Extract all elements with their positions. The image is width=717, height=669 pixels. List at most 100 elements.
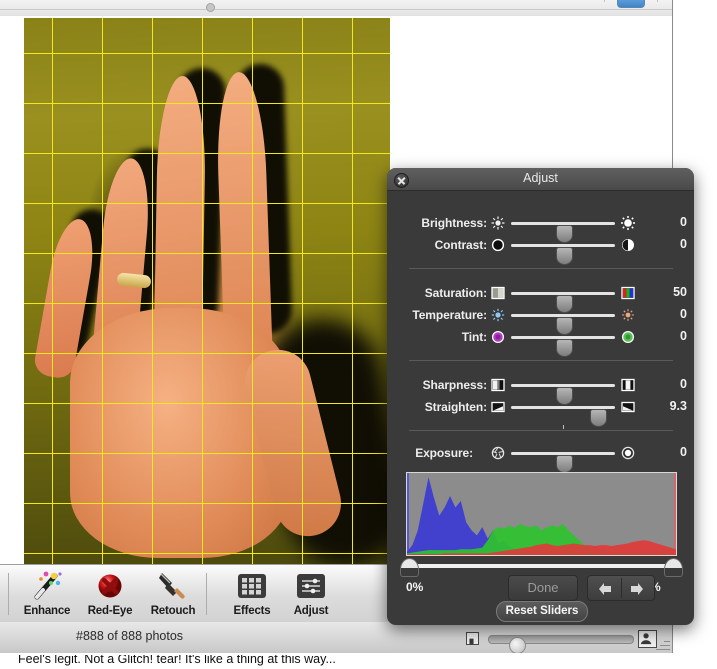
toolbar-item-retouch[interactable]: Retouch — [138, 569, 208, 619]
status-bar: #888 of 888 photos — [0, 622, 672, 653]
slider-label: Tint: — [461, 330, 487, 344]
levels-slider-track[interactable] — [408, 564, 673, 568]
slider-track[interactable] — [511, 406, 615, 429]
adjust-sliders-icon — [294, 573, 328, 605]
window-toolbar-strip — [0, 0, 672, 17]
slider-value: 0 — [680, 307, 687, 321]
thumbnail-slider-track[interactable] — [488, 635, 634, 653]
half-circle-icon — [621, 238, 635, 252]
grid-line-vertical — [202, 18, 203, 564]
gray-swatch-icon — [491, 286, 505, 300]
tilt-right-icon — [621, 400, 635, 414]
photo-navigation-group[interactable] — [587, 575, 655, 601]
slider-knob[interactable] — [556, 247, 573, 265]
done-button[interactable]: Done — [508, 575, 578, 601]
red-eye-icon — [93, 570, 127, 602]
thumbnail-slider-knob[interactable] — [509, 637, 526, 653]
slider-label: Contrast: — [434, 238, 488, 252]
slider-track[interactable] — [511, 292, 615, 313]
slider-track[interactable] — [511, 244, 615, 265]
slider-value: 0 — [680, 237, 687, 251]
slider-track[interactable] — [511, 384, 615, 405]
grid-line-horizontal — [24, 453, 390, 454]
window-resize-grip[interactable] — [654, 636, 670, 652]
slider-row-sharpness[interactable]: Sharpness: 0 — [387, 374, 694, 405]
grid-line-vertical — [302, 18, 303, 564]
slider-value: 0 — [680, 215, 687, 229]
color-swatch-icon — [621, 286, 635, 300]
effects-grid-icon — [235, 573, 269, 605]
slider-value: 50 — [673, 285, 687, 299]
adjust-panel-title: Adjust — [523, 171, 558, 185]
slider-knob[interactable] — [590, 409, 608, 427]
reset-sliders-button[interactable]: Reset Sliders — [496, 601, 588, 622]
slider-row-exposure[interactable]: Exposure: 0 — [387, 442, 694, 473]
levels-histogram — [406, 472, 677, 556]
slider-value: 0 — [680, 329, 687, 343]
grid-line-vertical — [352, 18, 353, 564]
grid-line-horizontal — [24, 353, 390, 354]
slider-track[interactable] — [511, 336, 615, 357]
toolbar-item-label: Red-Eye — [87, 605, 133, 617]
slider-row-temperature[interactable]: Temperature: 0 — [387, 304, 694, 335]
toolbar-handle-nub[interactable] — [206, 3, 215, 12]
large-sun-icon — [621, 216, 635, 230]
slider-value: 9.3 — [669, 399, 687, 413]
blue-toolbar-button[interactable] — [617, 0, 645, 8]
grid-line-horizontal — [24, 103, 390, 104]
levels-min-label: 0% — [406, 580, 424, 594]
arrow-right-icon[interactable] — [630, 582, 644, 595]
slider-center-tick — [562, 425, 564, 429]
slider-row-brightness[interactable]: Brightness: 0 — [387, 212, 694, 243]
toolbar-item-enhance[interactable]: Enhance — [12, 569, 82, 619]
adjust-panel-titlebar[interactable]: Adjust — [387, 168, 694, 191]
slider-row-saturation[interactable]: Saturation: 50 — [387, 282, 694, 313]
grid-line-horizontal — [24, 203, 390, 204]
solid-circle-icon — [491, 238, 505, 252]
slider-value: 0 — [680, 377, 687, 391]
warm-sun-icon — [621, 308, 635, 322]
toolbar-separator-middle — [206, 573, 207, 615]
levels-black-point-knob[interactable] — [400, 558, 419, 577]
slider-label: Sharpness: — [422, 378, 487, 392]
background-page-text: Feel's legit. Not a Glitch! tear! It's l… — [0, 655, 717, 669]
slider-track[interactable] — [511, 314, 615, 335]
arrow-left-icon[interactable] — [598, 582, 612, 595]
slider-track[interactable] — [511, 222, 615, 243]
slider-label: Exposure: — [415, 446, 473, 460]
magic-wand-icon — [30, 570, 64, 602]
soft-edge-icon — [491, 378, 505, 392]
grid-line-vertical — [52, 18, 53, 564]
green-circle-icon — [621, 330, 635, 344]
grid-line-horizontal — [24, 153, 390, 154]
retouch-brush-icon — [156, 570, 190, 602]
slider-row-contrast[interactable]: Contrast: 0 — [387, 234, 694, 265]
levels-white-point-knob[interactable] — [664, 558, 683, 577]
grid-line-horizontal — [24, 53, 390, 54]
slider-track[interactable] — [511, 452, 615, 473]
slider-row-tint[interactable]: Tint: 0 — [387, 326, 694, 357]
toolbar-divider — [0, 9, 672, 10]
slider-row-straighten[interactable]: Straighten: 9.3 — [387, 396, 694, 429]
slider-knob[interactable] — [556, 339, 573, 357]
grid-line-vertical — [252, 18, 253, 564]
panel-divider-1 — [409, 268, 673, 269]
grid-line-vertical — [102, 18, 103, 564]
slider-knob[interactable] — [556, 455, 573, 473]
sharp-edge-icon — [621, 378, 635, 392]
slider-label: Saturation: — [424, 286, 487, 300]
magenta-circle-icon — [491, 330, 505, 344]
screenshot-root: Feel's legit. Not a Glitch! tear! It's l… — [0, 0, 717, 669]
straighten-grid-overlay — [24, 18, 390, 564]
slider-label: Straighten: — [424, 400, 487, 414]
toolbar-item-red-eye[interactable]: Red-Eye — [75, 569, 145, 619]
thumbnail-size-slider[interactable] — [466, 630, 657, 653]
toolbar-item-adjust[interactable]: Adjust — [276, 569, 346, 619]
small-thumbnail-icon[interactable] — [466, 632, 479, 645]
aperture-closed-icon — [491, 446, 505, 460]
background-page-text-line: Feel's legit. Not a Glitch! tear! It's l… — [18, 655, 336, 666]
photo-image[interactable] — [24, 18, 390, 564]
adjust-panel-body: Brightness: 0 Contrast: 0 Saturation: 50… — [387, 190, 694, 625]
adjust-panel[interactable]: Adjust Brightness: 0 Contrast: 0 Saturat… — [387, 168, 694, 625]
toolbar-item-label: Retouch — [150, 605, 196, 617]
